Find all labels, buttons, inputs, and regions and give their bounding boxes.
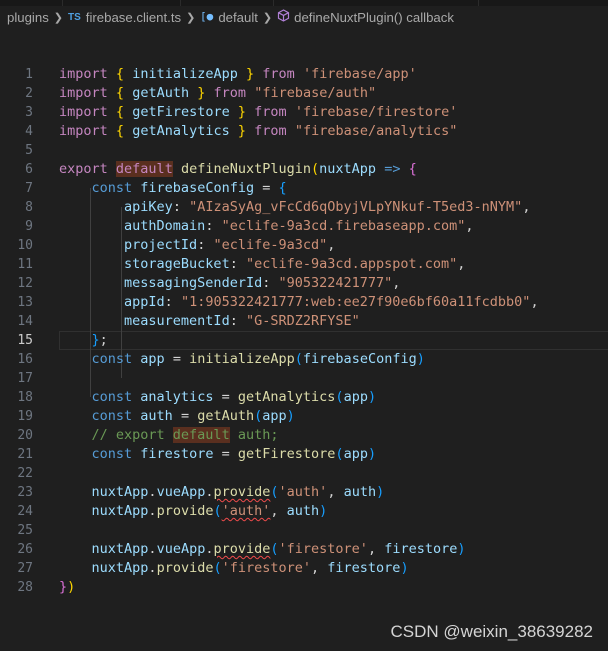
- code-line: 7 const firebaseConfig = {: [0, 179, 608, 198]
- line-number: 28: [17, 580, 33, 595]
- code-line: 1 import { initializeApp } from 'firebas…: [0, 65, 608, 84]
- line-number: 6: [25, 162, 33, 177]
- line-number: 23: [17, 485, 33, 500]
- code-line-active: 15 };: [0, 331, 608, 350]
- line-number: 19: [17, 409, 33, 424]
- code-line: 14 measurementId: "G-SRDZ2RFYSE": [0, 312, 608, 331]
- chevron-right-icon: ❯: [262, 11, 273, 24]
- code-line: 17: [0, 369, 608, 388]
- code-editor[interactable]: 1 import { initializeApp } from 'firebas…: [0, 55, 608, 615]
- code-line: 9 authDomain: "eclife-9a3cd.firebaseapp.…: [0, 217, 608, 236]
- code-line: 28 }): [0, 578, 608, 597]
- code-line: 21 const firestore = getFirestore(app): [0, 445, 608, 464]
- line-number: 22: [17, 466, 33, 481]
- line-number: 12: [17, 276, 33, 291]
- breadcrumb-file[interactable]: firebase.client.ts: [86, 10, 181, 25]
- line-number: 25: [17, 523, 33, 538]
- breadcrumb-symbol-callback[interactable]: defineNuxtPlugin() callback: [294, 10, 454, 25]
- line-number: 7: [25, 181, 33, 196]
- code-line: 19 const auth = getAuth(app): [0, 407, 608, 426]
- line-number: 11: [17, 257, 33, 272]
- line-number: 17: [17, 371, 33, 386]
- code-line: 20 // export default auth;: [0, 426, 608, 445]
- line-number: 15: [17, 333, 33, 348]
- svg-text:[●]: [●]: [200, 10, 214, 22]
- code-line: 2 import { getAuth } from "firebase/auth…: [0, 84, 608, 103]
- line-number: 5: [25, 143, 33, 158]
- breadcrumb-folder[interactable]: plugins: [7, 10, 49, 25]
- line-number: 13: [17, 295, 33, 310]
- line-number: 3: [25, 105, 33, 120]
- breadcrumb-symbol-default[interactable]: default: [218, 10, 258, 25]
- line-number: 18: [17, 390, 33, 405]
- line-number: 10: [17, 238, 33, 253]
- line-number: 21: [17, 447, 33, 462]
- line-number: 27: [17, 561, 33, 576]
- code-line: 13 appId: "1:905322421777:web:ee27f90e6b…: [0, 293, 608, 312]
- code-line: 8 apiKey: "AIzaSyAg_vFcCd6qObyjVLpYNkuf-…: [0, 198, 608, 217]
- code-line: 24 nuxtApp.provide('auth', auth): [0, 502, 608, 521]
- code-line: 3 import { getFirestore } from 'firebase…: [0, 103, 608, 122]
- line-number: 16: [17, 352, 33, 367]
- code-line: 4 import { getAnalytics } from "firebase…: [0, 122, 608, 141]
- module-symbol-icon: [●]: [200, 10, 220, 25]
- code-line: 12 messagingSenderId: "905322421777",: [0, 274, 608, 293]
- code-line: 16 const app = initializeApp(firebaseCon…: [0, 350, 608, 369]
- code-line: 22: [0, 464, 608, 483]
- line-number: 14: [17, 314, 33, 329]
- line-number: 24: [17, 504, 33, 519]
- line-number: 26: [17, 542, 33, 557]
- code-line: 5: [0, 141, 608, 160]
- line-number: 4: [25, 124, 33, 139]
- breadcrumb: plugins ❯ TS firebase.client.ts ❯ [●] de…: [0, 6, 608, 28]
- line-number: 9: [25, 219, 33, 234]
- chevron-right-icon: ❯: [53, 11, 64, 24]
- line-number: 2: [25, 86, 33, 101]
- code-line: 11 storageBucket: "eclife-9a3cd.appspot.…: [0, 255, 608, 274]
- code-line: 18 const analytics = getAnalytics(app): [0, 388, 608, 407]
- code-line: 10 projectId: "eclife-9a3cd",: [0, 236, 608, 255]
- code-line: 23 nuxtApp.vueApp.provide('auth', auth): [0, 483, 608, 502]
- line-number: 1: [25, 67, 33, 82]
- typescript-file-icon: TS: [68, 11, 81, 23]
- watermark: CSDN @weixin_38639282: [390, 622, 593, 641]
- chevron-right-icon: ❯: [186, 11, 196, 24]
- code-line: 27 nuxtApp.provide('firestore', firestor…: [0, 559, 608, 578]
- code-line: 6 export default defineNuxtPlugin(nuxtAp…: [0, 160, 608, 179]
- code-line: 25: [0, 521, 608, 540]
- code-line: 26 nuxtApp.vueApp.provide('firestore', f…: [0, 540, 608, 559]
- method-cube-icon: [277, 9, 290, 25]
- line-number: 20: [17, 428, 33, 443]
- line-number: 8: [25, 200, 33, 215]
